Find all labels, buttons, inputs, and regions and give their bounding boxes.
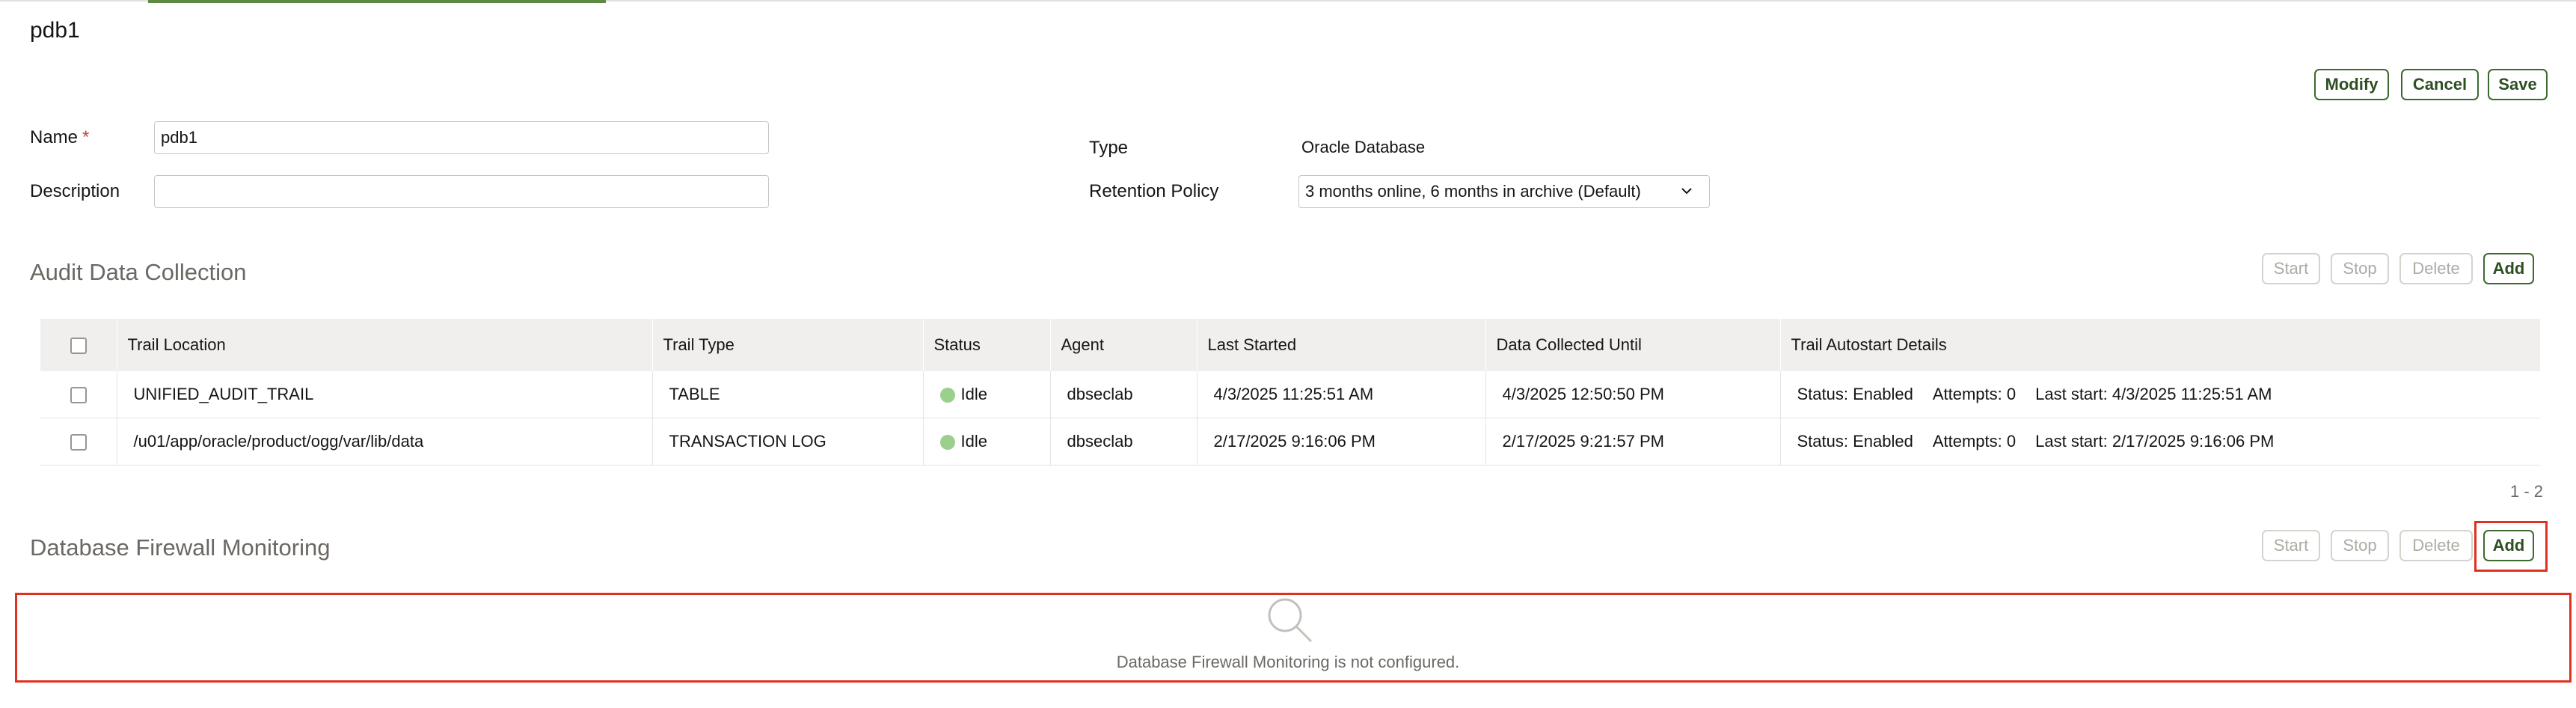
data-collected-until-cell: 4/3/2025 12:50:50 PM xyxy=(1485,371,1781,418)
retention-policy-value: 3 months online, 6 months in archive (De… xyxy=(1305,182,1641,201)
status-cell: Idle xyxy=(923,418,1051,466)
column-header-trail-type[interactable]: Trail Type xyxy=(652,319,924,371)
audit-start-button[interactable]: Start xyxy=(2262,253,2320,284)
autostart-details-cell: Status: Enabled Attempts: 0 Last start: 4/… xyxy=(1780,371,2540,418)
required-indicator: * xyxy=(82,127,90,147)
active-tab-indicator xyxy=(148,0,606,3)
description-label: Description xyxy=(30,181,120,201)
column-header-last-started[interactable]: Last Started xyxy=(1197,319,1486,371)
status-idle-icon xyxy=(939,388,955,403)
agent-cell: dbseclab xyxy=(1050,418,1197,466)
firewall-start-button[interactable]: Start xyxy=(2262,530,2320,561)
row-select-cell xyxy=(40,371,117,418)
autostart-last-start: Last start: 2/17/2025 9:16:06 PM xyxy=(2035,432,2275,451)
select-all-checkbox[interactable] xyxy=(70,338,87,355)
autostart-last-start: Last start: 4/3/2025 11:25:51 AM xyxy=(2035,385,2272,403)
column-header-data-collected-until[interactable]: Data Collected Until xyxy=(1485,319,1781,371)
audit-delete-button[interactable]: Delete xyxy=(2399,253,2473,284)
audit-trails-table: Trail Location Trail Type Status Agent L… xyxy=(40,319,2540,466)
column-header-status[interactable]: Status xyxy=(923,319,1051,371)
type-label: Type xyxy=(1089,138,1129,158)
status-idle-icon xyxy=(939,435,955,451)
row-checkbox[interactable] xyxy=(70,387,87,404)
row-checkbox[interactable] xyxy=(70,434,87,451)
retention-policy-select[interactable]: 3 months online, 6 months in archive (De… xyxy=(1298,175,1710,208)
row-select-cell xyxy=(40,418,117,466)
audit-add-button[interactable]: Add xyxy=(2483,253,2534,284)
retention-policy-label: Retention Policy xyxy=(1089,181,1219,201)
search-icon xyxy=(1268,598,1312,642)
firewall-stop-button[interactable]: Stop xyxy=(2331,530,2389,561)
trail-location-cell: UNIFIED_AUDIT_TRAIL xyxy=(117,371,653,418)
type-value: Oracle Database xyxy=(1301,138,1426,156)
table-row[interactable]: /u01/app/oracle/product/ogg/var/lib/data… xyxy=(40,418,2540,466)
name-label: Name * xyxy=(30,127,89,148)
column-header-trail-location[interactable]: Trail Location xyxy=(117,319,653,371)
data-collected-until-cell: 2/17/2025 9:21:57 PM xyxy=(1485,418,1781,466)
audit-collection-title: Audit Data Collection xyxy=(30,259,247,285)
agent-cell: dbseclab xyxy=(1050,371,1197,418)
cancel-button[interactable]: Cancel xyxy=(2401,69,2479,100)
table-row[interactable]: UNIFIED_AUDIT_TRAIL TABLE Idle dbseclab … xyxy=(40,371,2540,418)
modify-button[interactable]: Modify xyxy=(2314,69,2389,100)
autostart-attempts: Attempts: 0 xyxy=(1932,432,2017,451)
pagination-range: 1 - 2 xyxy=(2509,482,2543,501)
select-all-cell xyxy=(40,319,117,371)
autostart-details-cell: Status: Enabled Attempts: 0 Last start: 2/… xyxy=(1780,418,2540,466)
chevron-down-icon xyxy=(1681,188,1692,195)
status-text: Idle xyxy=(960,432,987,451)
trail-location-cell: /u01/app/oracle/product/ogg/var/lib/data xyxy=(117,418,653,466)
column-header-trail-autostart-details[interactable]: Trail Autostart Details xyxy=(1780,319,2540,371)
autostart-attempts: Attempts: 0 xyxy=(1932,385,2017,403)
last-started-cell: 2/17/2025 9:16:06 PM xyxy=(1197,418,1486,466)
save-button[interactable]: Save xyxy=(2488,69,2548,100)
firewall-monitoring-title: Database Firewall Monitoring xyxy=(30,534,331,561)
add-button-highlight xyxy=(2474,521,2548,572)
audit-stop-button[interactable]: Stop xyxy=(2331,253,2389,284)
last-started-cell: 4/3/2025 11:25:51 AM xyxy=(1197,371,1486,418)
column-header-agent[interactable]: Agent xyxy=(1050,319,1197,371)
firewall-delete-button[interactable]: Delete xyxy=(2399,530,2473,561)
table-header-row: Trail Location Trail Type Status Agent L… xyxy=(40,319,2540,371)
autostart-status: Status: Enabled xyxy=(1797,432,1913,451)
name-field[interactable]: pdb1 xyxy=(154,121,769,154)
name-label-text: Name xyxy=(30,127,79,147)
trail-type-cell: TABLE xyxy=(652,371,924,418)
autostart-status: Status: Enabled xyxy=(1797,385,1913,403)
empty-state-message: Database Firewall Monitoring is not conf… xyxy=(1116,653,1460,671)
trail-type-cell: TRANSACTION LOG xyxy=(652,418,924,466)
status-text: Idle xyxy=(960,385,987,403)
page-title: pdb1 xyxy=(30,18,80,43)
description-field[interactable] xyxy=(154,175,769,208)
status-cell: Idle xyxy=(923,371,1051,418)
